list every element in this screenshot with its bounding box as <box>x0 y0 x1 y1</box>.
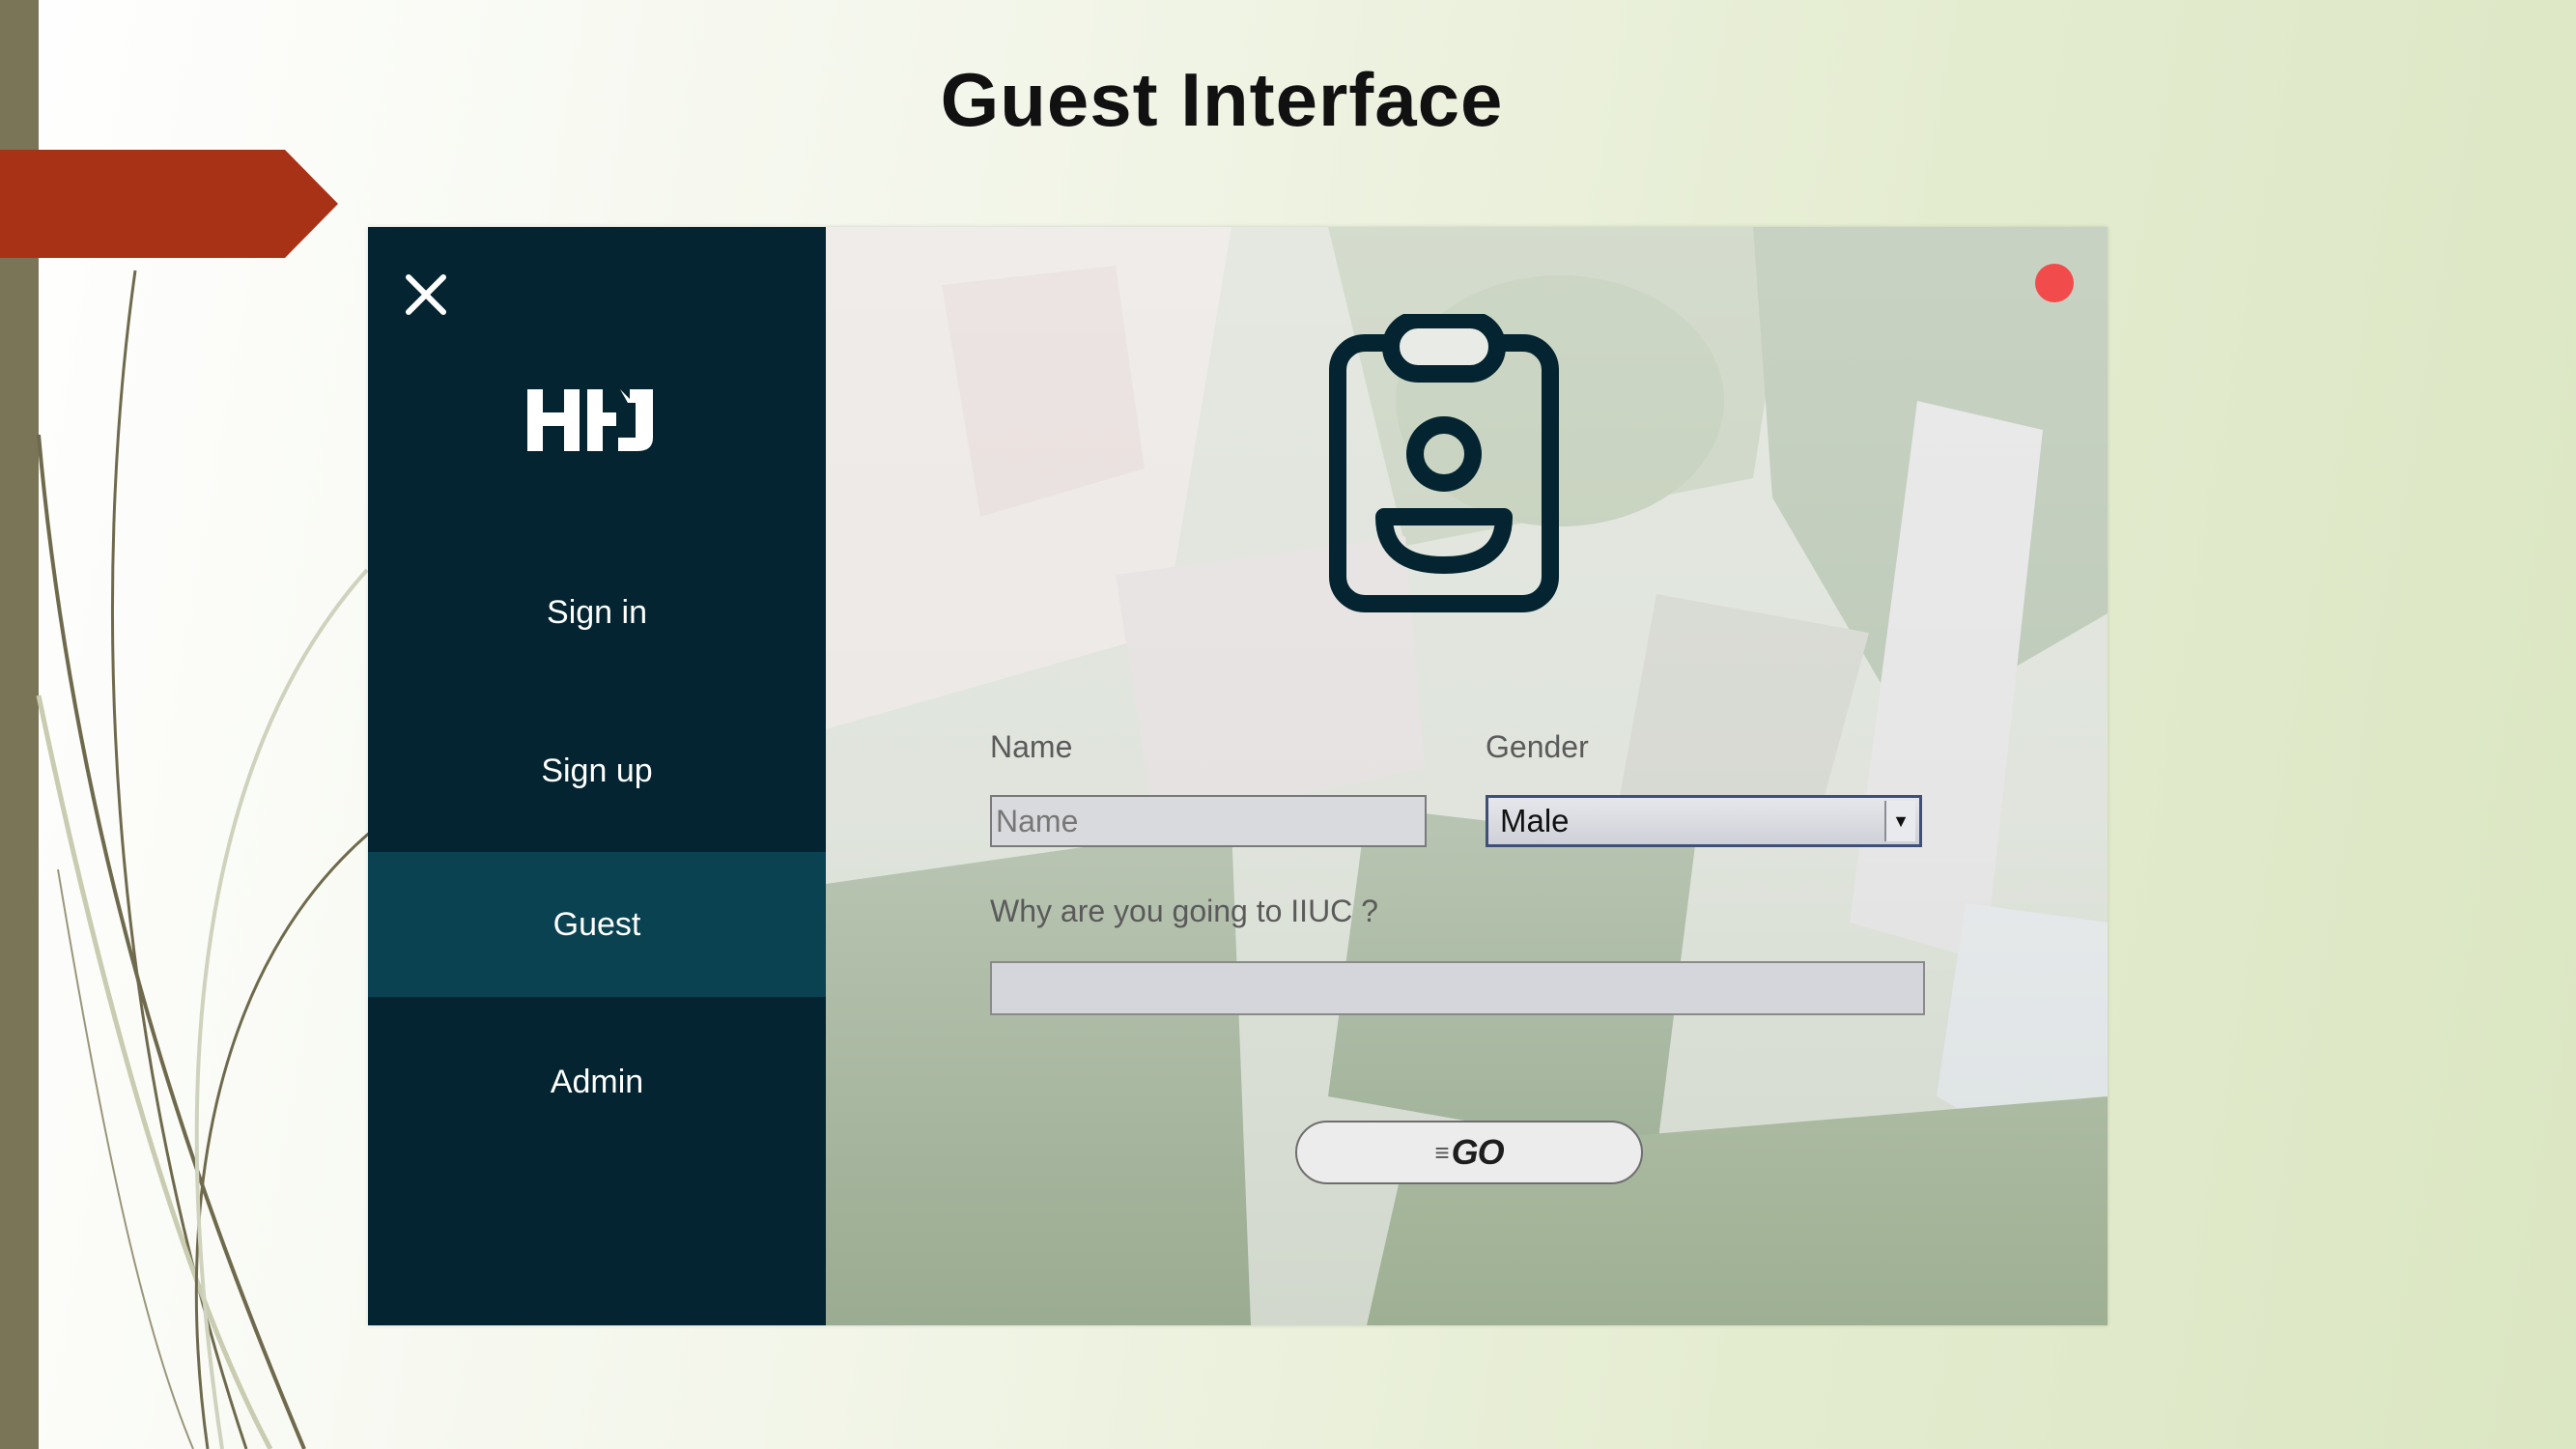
gender-label: Gender <box>1486 729 1589 764</box>
sidebar-item-label: Sign in <box>547 593 647 631</box>
sidebar-item-sign-in[interactable]: Sign in <box>368 540 826 685</box>
sidebar: Sign in Sign up Guest Admin <box>368 227 826 1325</box>
gender-select[interactable]: Male ▼ <box>1486 795 1922 847</box>
sidebar-item-guest[interactable]: Guest <box>368 852 826 997</box>
go-button[interactable]: ≡ GO <box>1295 1121 1643 1184</box>
gender-selected-value: Male <box>1500 803 1570 838</box>
app-logo <box>527 389 653 451</box>
app-window: Sign in Sign up Guest Admin Name Name Ge… <box>368 227 2108 1325</box>
sidebar-item-label: Sign up <box>541 752 653 789</box>
sidebar-item-sign-up[interactable]: Sign up <box>368 698 826 843</box>
sidebar-item-label: Guest <box>552 905 641 943</box>
id-badge-icon <box>1329 314 1559 612</box>
status-indicator <box>2035 264 2074 302</box>
name-input[interactable] <box>990 795 1427 847</box>
sidebar-item-label: Admin <box>550 1063 644 1100</box>
chevron-down-icon: ▼ <box>1892 810 1910 831</box>
dropdown-arrow-button[interactable]: ▼ <box>1884 801 1915 841</box>
slide-title: Guest Interface <box>940 57 1504 142</box>
guest-form-panel: Name Gender Male ▼ Why are you going to … <box>826 227 2108 1325</box>
close-button[interactable] <box>397 266 455 324</box>
reason-input[interactable] <box>990 961 1925 1015</box>
sidebar-item-admin[interactable]: Admin <box>368 1009 826 1154</box>
name-label: Name <box>990 729 1073 764</box>
go-speed-lines-icon: ≡ <box>1434 1137 1450 1167</box>
close-icon <box>406 274 446 315</box>
slide-arrow-shape <box>0 150 338 258</box>
go-button-label: GO <box>1451 1132 1505 1172</box>
reason-label: Why are you going to IIUC ? <box>990 894 1378 928</box>
